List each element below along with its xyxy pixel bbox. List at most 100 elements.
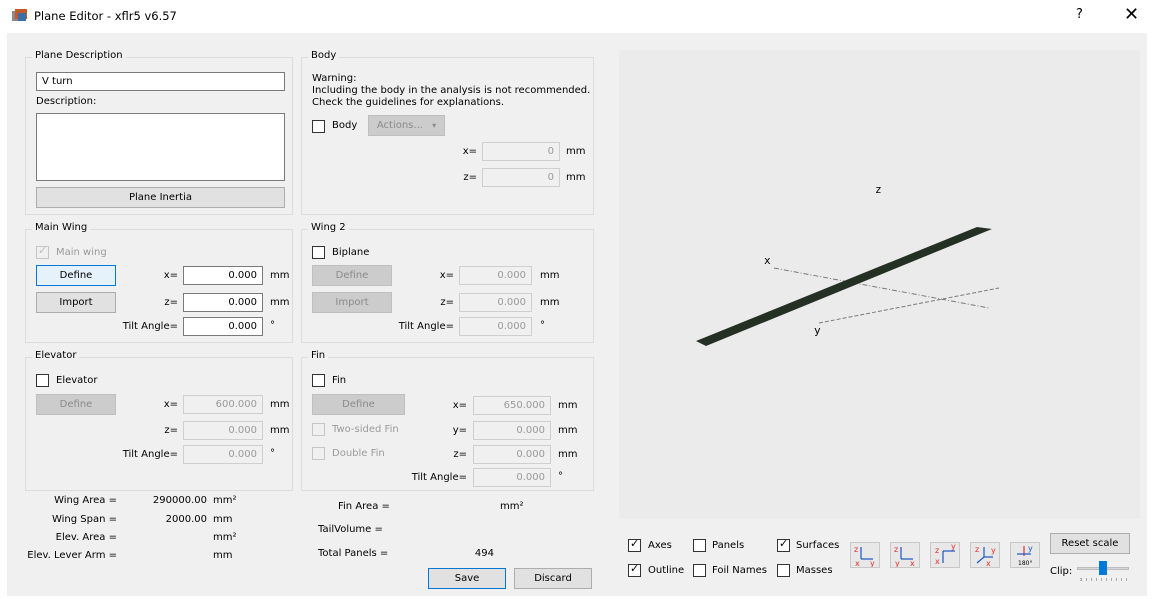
fin-tilt-unit: ° bbox=[558, 471, 563, 482]
plane-3d-view[interactable]: x y z bbox=[619, 50, 1140, 519]
panels-checkbox[interactable] bbox=[693, 539, 706, 552]
clip-slider-ticks bbox=[1080, 578, 1127, 581]
body-x-field[interactable]: 0 bbox=[482, 142, 560, 161]
discard-button[interactable]: Discard bbox=[514, 568, 592, 589]
double-fin-label: Double Fin bbox=[332, 448, 385, 459]
fin-y-unit: mm bbox=[558, 425, 578, 436]
axes-checkbox[interactable]: ✓ bbox=[628, 537, 641, 552]
two-sided-fin-label: Two-sided Fin bbox=[332, 424, 399, 435]
svg-text:y: y bbox=[991, 546, 996, 555]
group-title: Wing 2 bbox=[308, 222, 349, 233]
elevator-tilt-label: Tilt Angle= bbox=[122, 449, 178, 460]
elevator-group: Elevator Elevator Define x= 600.000 mm z… bbox=[25, 350, 293, 491]
body-x-unit: mm bbox=[566, 146, 586, 157]
wing2-tilt-unit: ° bbox=[540, 320, 545, 331]
clip-slider-handle[interactable] bbox=[1099, 561, 1107, 575]
svg-text:y: y bbox=[895, 559, 900, 567]
wing2-x-unit: mm bbox=[540, 270, 560, 281]
wing-span-value: 2000.00 bbox=[165, 514, 207, 525]
main-wing-z-label: z= bbox=[164, 297, 178, 308]
foil-names-checkbox[interactable] bbox=[693, 564, 706, 577]
foil-names-label: Foil Names bbox=[712, 565, 767, 576]
wing2-group: Wing 2 Biplane Define Import x= 0.000 mm… bbox=[301, 222, 594, 343]
wing2-x-field[interactable]: 0.000 bbox=[459, 266, 532, 285]
elev-area-unit: mm² bbox=[213, 532, 237, 543]
reset-scale-button[interactable]: Reset scale bbox=[1050, 533, 1130, 554]
fin-z-field[interactable]: 0.000 bbox=[473, 445, 551, 464]
main-wing-define-button[interactable]: Define bbox=[36, 265, 116, 286]
elevator-tilt-field[interactable]: 0.000 bbox=[183, 445, 263, 464]
close-button[interactable]: ✕ bbox=[1124, 4, 1139, 25]
plane-name-field[interactable]: V turn bbox=[36, 72, 285, 91]
elevator-z-field[interactable]: 0.000 bbox=[183, 421, 263, 440]
group-title: Plane Description bbox=[32, 50, 126, 61]
main-wing-z-field[interactable]: 0.000 bbox=[183, 293, 263, 312]
plane-inertia-button[interactable]: Plane Inertia bbox=[36, 187, 285, 208]
y-axis-label: y bbox=[814, 324, 821, 337]
plane-3d-canvas[interactable]: x y z bbox=[619, 50, 1140, 519]
total-panels-value: 494 bbox=[474, 548, 494, 559]
elevator-x-field[interactable]: 600.000 bbox=[183, 395, 263, 414]
actions-label: Actions... bbox=[376, 120, 423, 131]
elev-area-label: Elev. Area = bbox=[55, 532, 117, 543]
main-wing-tilt-field[interactable]: 0.000 bbox=[183, 317, 263, 336]
iso-view-button[interactable]: z x y bbox=[850, 542, 880, 568]
top-view-button[interactable]: z y x bbox=[970, 542, 1000, 568]
group-title: Body bbox=[308, 50, 340, 61]
biplane-checkbox[interactable] bbox=[312, 246, 325, 259]
checkmark-icon: ✓ bbox=[779, 537, 789, 550]
svg-text:x: x bbox=[935, 557, 940, 566]
elevator-checkbox[interactable] bbox=[36, 374, 49, 387]
svg-text:x: x bbox=[986, 559, 991, 567]
surfaces-checkbox[interactable]: ✓ bbox=[777, 537, 790, 552]
body-warning-guidelines: Check the guidelines for explanations. bbox=[312, 97, 505, 108]
fin-z-unit: mm bbox=[558, 449, 578, 460]
fin-area-label: Fin Area = bbox=[338, 501, 390, 512]
svg-text:z: z bbox=[894, 545, 898, 554]
fin-x-field[interactable]: 650.000 bbox=[473, 396, 551, 415]
front-view-yx-icon: z y x bbox=[894, 545, 915, 568]
iso-view-xy-icon: z x y bbox=[854, 545, 875, 568]
fin-tilt-label: Tilt Angle= bbox=[411, 472, 467, 483]
body-actions-button[interactable]: Actions... ▾ bbox=[368, 115, 445, 136]
tail-volume-label: TailVolume = bbox=[318, 524, 383, 535]
body-checkbox[interactable] bbox=[312, 120, 325, 133]
body-z-label: z= bbox=[463, 172, 477, 183]
wing2-x-label: x= bbox=[439, 270, 454, 281]
main-wing-x-field[interactable]: 0.000 bbox=[183, 266, 263, 285]
main-wing-x-label: x= bbox=[163, 270, 178, 281]
description-textarea[interactable] bbox=[36, 113, 285, 181]
total-panels-label: Total Panels = bbox=[318, 548, 389, 559]
help-button[interactable]: ? bbox=[1076, 7, 1083, 22]
main-wing-checkbox[interactable]: ✓ bbox=[36, 244, 49, 259]
front-view-button[interactable]: z y x bbox=[890, 542, 920, 568]
side-view-button[interactable]: z y x bbox=[930, 542, 960, 568]
elevator-tilt-unit: ° bbox=[270, 448, 275, 459]
wing2-tilt-field[interactable]: 0.000 bbox=[459, 317, 532, 336]
two-sided-fin-checkbox[interactable] bbox=[312, 423, 325, 436]
checkmark-icon: ✓ bbox=[630, 537, 640, 550]
body-warning-text: Including the body in the analysis is no… bbox=[312, 85, 591, 96]
save-button[interactable]: Save bbox=[428, 568, 506, 589]
fin-checkbox[interactable] bbox=[312, 374, 325, 387]
elevator-define-button[interactable]: Define bbox=[36, 394, 116, 415]
fin-define-button[interactable]: Define bbox=[312, 394, 405, 415]
fin-y-field[interactable]: 0.000 bbox=[473, 421, 551, 440]
wing2-define-button[interactable]: Define bbox=[312, 265, 392, 286]
masses-checkbox[interactable] bbox=[777, 564, 790, 577]
wing2-z-field[interactable]: 0.000 bbox=[459, 293, 532, 312]
wing2-import-button[interactable]: Import bbox=[312, 292, 392, 313]
fin-tilt-field[interactable]: 0.000 bbox=[473, 468, 551, 487]
outline-checkbox[interactable]: ✓ bbox=[628, 562, 641, 577]
main-wing-import-button[interactable]: Import bbox=[36, 292, 116, 313]
fin-x-unit: mm bbox=[558, 400, 578, 411]
body-z-field[interactable]: 0 bbox=[482, 168, 560, 187]
svg-text:y: y bbox=[870, 559, 875, 567]
svg-text:x: x bbox=[855, 559, 860, 567]
top-view-icon: z y x bbox=[975, 545, 996, 568]
wing2-z-label: z= bbox=[440, 297, 454, 308]
window-title: Plane Editor - xflr5 v6.57 bbox=[34, 9, 177, 23]
double-fin-checkbox[interactable] bbox=[312, 447, 325, 460]
rotate-180-button[interactable]: y 180° bbox=[1010, 542, 1040, 568]
wing-area-label: Wing Area = bbox=[54, 495, 117, 506]
